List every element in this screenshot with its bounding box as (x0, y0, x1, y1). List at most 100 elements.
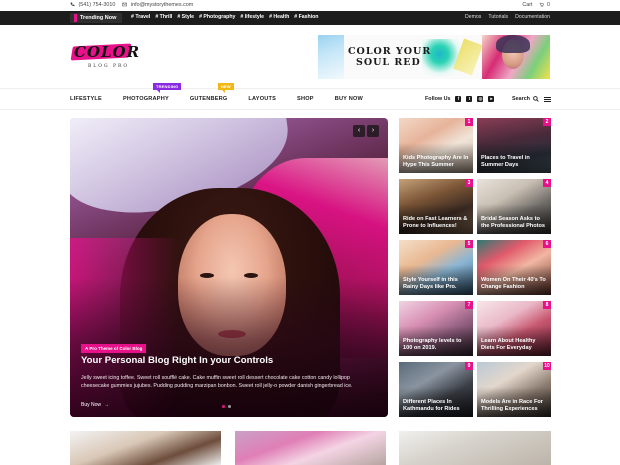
next-arrow-icon[interactable]: › (367, 125, 379, 137)
post-number: 2 (543, 118, 551, 126)
nav-item-layouts[interactable]: LAYOUTS (248, 96, 276, 102)
post-title: Women On Their 40's To Change Fashion (481, 277, 546, 290)
cart-link[interactable]: Cart (522, 2, 532, 8)
youtube-icon[interactable]: ▸ (488, 96, 495, 102)
instagram-icon[interactable]: ◎ (477, 96, 484, 102)
post-title: Style Yourself in this Rainy Days like P… (403, 277, 458, 290)
post-title: Learn About Healthy Diets For Everyday (481, 338, 536, 351)
prev-arrow-icon[interactable]: ‹ (353, 125, 365, 137)
hero-excerpt: Jelly sweet icing toffee. Sweet roll sou… (81, 375, 353, 389)
latest-posts-row (0, 431, 620, 465)
post-card[interactable]: 1 Kids Photography Are In Hype This Summ… (399, 118, 473, 173)
tutorials-link[interactable]: Tutorials (488, 14, 508, 20)
banner-paint-splash (318, 35, 344, 79)
post-card[interactable]: 3 Ride on Fast Learners & Prone to Influ… (399, 179, 473, 234)
cart-icon (539, 2, 544, 7)
tag-link[interactable]: # lifestyle (240, 14, 264, 20)
slider-dot[interactable] (228, 405, 231, 408)
nav-item-photography[interactable]: TRENDING PHOTOGRAPHY (123, 83, 182, 102)
trending-badge: TRENDING (152, 83, 182, 93)
tag-link[interactable]: # Travel (131, 14, 150, 20)
site-logo[interactable]: COLOR BLOG PRO (70, 42, 139, 72)
arrow-right-icon: → (104, 402, 110, 408)
tag-link[interactable]: # Style (177, 14, 194, 20)
post-thumbnail[interactable] (235, 431, 386, 465)
email-contact[interactable]: info@mystorythemes.com (122, 2, 193, 8)
top-links: Demos Tutorials Documentation (465, 14, 550, 20)
post-title: Bridal Season Asks to the Professional P… (481, 216, 546, 229)
new-badge: NEW (217, 83, 234, 93)
hero-slider[interactable]: ‹ › A Pro Theme of Color Blog Your Perso… (70, 118, 388, 417)
tag-link[interactable]: # Photography (199, 14, 235, 20)
post-thumbnail[interactable] (399, 431, 551, 465)
trending-label: Trending Now (70, 13, 123, 23)
post-number: 7 (465, 301, 473, 309)
follow-label: Follow Us (425, 96, 451, 102)
slider-arrows: ‹ › (353, 125, 379, 137)
post-thumbnail[interactable] (70, 431, 221, 465)
hero-category-badge[interactable]: A Pro Theme of Color Blog (81, 344, 147, 353)
demos-link[interactable]: Demos (465, 14, 481, 20)
hero-title[interactable]: Your Personal Blog Right In your Control… (81, 355, 273, 366)
tag-link[interactable]: # Health (269, 14, 289, 20)
post-title: Different Places In Kathmandu for Rides (403, 399, 460, 412)
post-card[interactable]: 7 Photography levels to 100 on 2019. (399, 301, 473, 356)
post-card[interactable]: 2 Places to Travel in Summer Days (477, 118, 551, 173)
tag-link[interactable]: # Fashion (294, 14, 318, 20)
slider-dots (222, 405, 231, 408)
cart-count: 0 (547, 2, 550, 8)
post-card[interactable]: 6 Women On Their 40's To Change Fashion (477, 240, 551, 295)
nav-item-buy-now[interactable]: BUY NOW (335, 96, 363, 102)
post-card[interactable]: 4 Bridal Season Asks to the Professional… (477, 179, 551, 234)
phone-icon (70, 2, 75, 7)
post-title: Kids Photography Are In Hype This Summer (403, 155, 469, 168)
featured-posts-grid: 1 Kids Photography Are In Hype This Summ… (399, 118, 551, 417)
post-number: 6 (543, 240, 551, 248)
nav-item-gutenberg[interactable]: NEW GUTENBERG (189, 83, 234, 102)
logo-text: COLOR (74, 43, 141, 61)
nav-item-label: BUY NOW (334, 96, 364, 102)
documentation-link[interactable]: Documentation (515, 14, 550, 20)
post-title: Photography levels to 100 on 2019. (403, 338, 462, 351)
slider-dot[interactable] (222, 405, 225, 408)
post-title: Ride on Fast Learners & Prone to Influen… (403, 216, 468, 229)
logo-subtitle: BLOG PRO (88, 64, 130, 69)
search-icon (533, 96, 539, 102)
nav-item-shop[interactable]: SHOP (297, 96, 314, 102)
hero-read-more[interactable]: Buy Now → (81, 402, 109, 408)
search-toggle[interactable]: Search (512, 96, 539, 102)
read-more-label: Buy Now (81, 402, 102, 408)
cart-status[interactable]: 0 (539, 2, 550, 8)
post-card[interactable]: 9 Different Places In Kathmandu for Ride… (399, 362, 473, 417)
post-card[interactable]: 8 Learn About Healthy Diets For Everyday (477, 301, 551, 356)
banner-headline-line1: COLOR YOUR (348, 46, 432, 57)
top-utility-bar: (541) 754-3010 info@mystorythemes.com Ca… (0, 0, 620, 11)
nav-item-lifestyle[interactable]: LIFESTYLE (70, 96, 102, 102)
post-title: Models Are in Race For Thrilling Experie… (481, 399, 543, 412)
tag-link[interactable]: # Thrill (155, 14, 172, 20)
phone-number: (541) 754-3010 (78, 2, 116, 8)
nav-item-label: LIFESTYLE (70, 96, 102, 102)
post-card[interactable]: 10 Models Are in Race For Thrilling Expe… (477, 362, 551, 417)
nav-item-label: GUTENBERG (189, 96, 228, 102)
trending-label-text: Trending Now (80, 15, 117, 21)
twitter-icon[interactable]: t (466, 96, 473, 102)
post-title: Places to Travel in Summer Days (481, 155, 530, 168)
banner-model-image (482, 35, 550, 79)
ad-banner[interactable]: COLOR YOUR SOUL RED (318, 35, 550, 79)
search-label: Search (512, 96, 530, 102)
post-card[interactable]: 5 Style Yourself in this Rainy Days like… (399, 240, 473, 295)
trending-bar: Trending Now # Travel # Thrill # Style #… (0, 11, 620, 25)
facebook-icon[interactable]: f (455, 96, 462, 102)
post-number: 4 (543, 179, 551, 187)
post-number: 3 (465, 179, 473, 187)
trending-tags: # Travel # Thrill # Style # Photography … (131, 14, 318, 20)
bolt-icon (74, 14, 77, 22)
nav-item-label: SHOP (297, 96, 314, 102)
main-navigation: LIFESTYLE TRENDING PHOTOGRAPHY NEW GUTEN… (0, 83, 620, 110)
nav-item-label: LAYOUTS (248, 96, 277, 102)
post-number: 9 (465, 362, 473, 370)
post-number: 5 (465, 240, 473, 248)
menu-icon[interactable] (544, 97, 551, 102)
phone-contact[interactable]: (541) 754-3010 (70, 2, 115, 8)
